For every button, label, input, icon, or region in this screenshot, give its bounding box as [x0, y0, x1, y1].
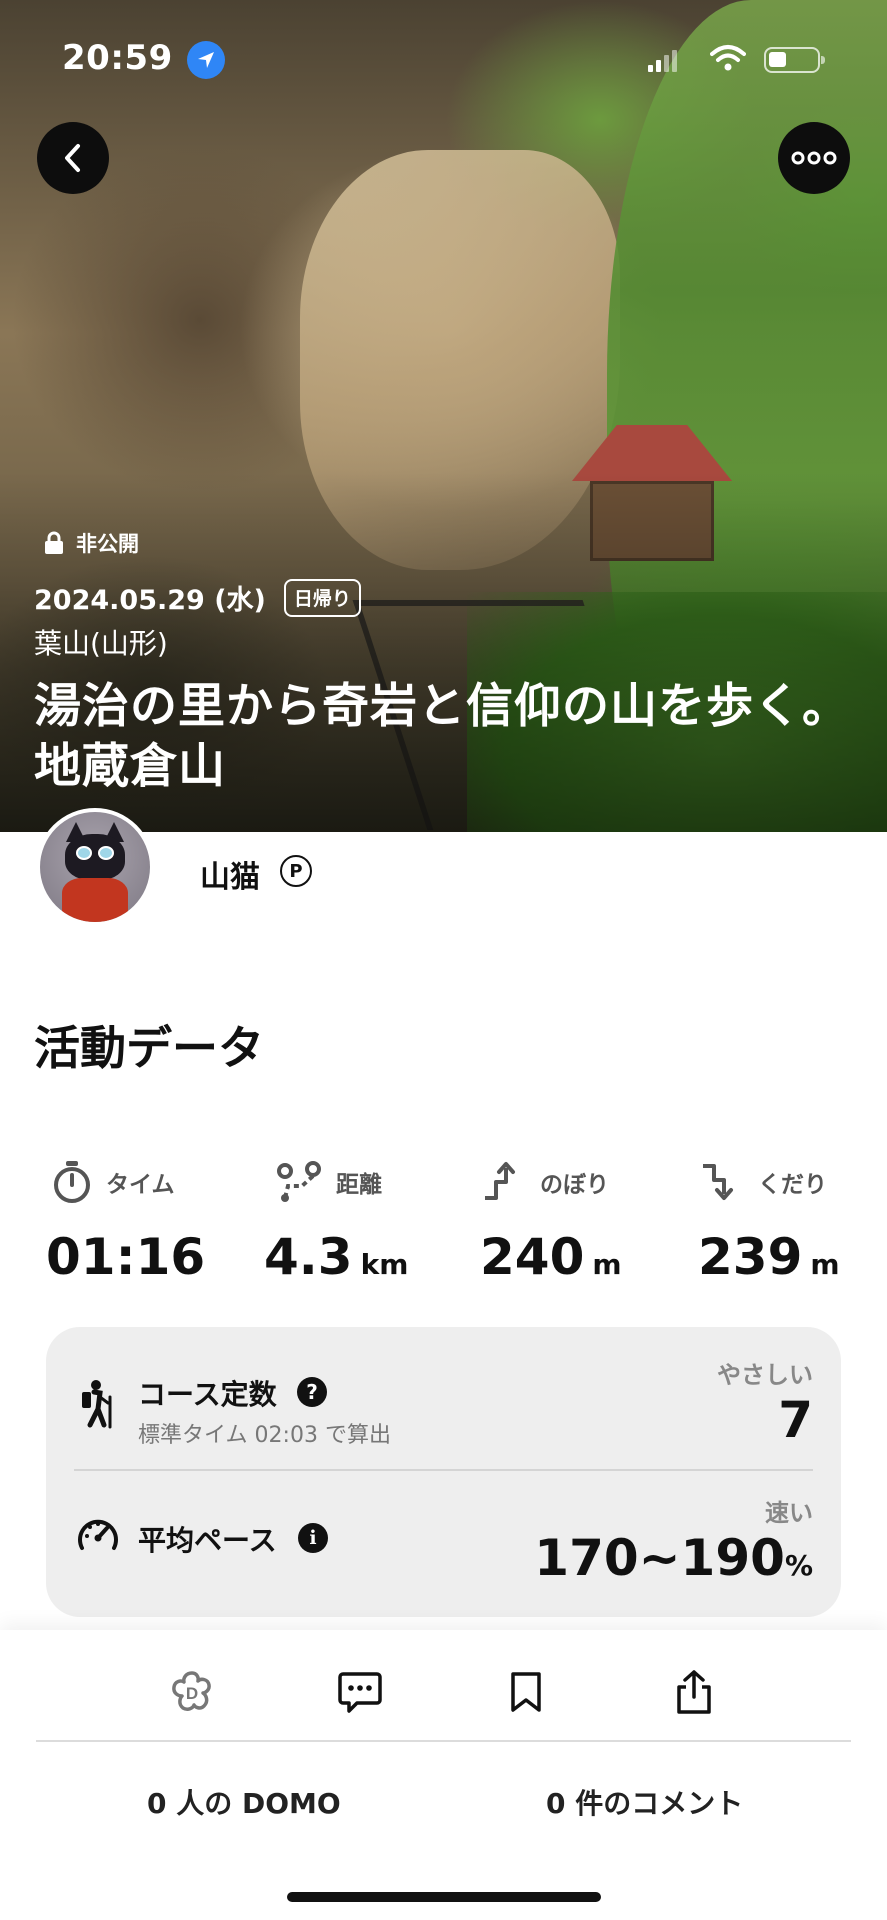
- domo-count-link[interactable]: 0 人の DOMO: [147, 1782, 341, 1822]
- pace-rating: 速い: [765, 1499, 813, 1527]
- info-icon[interactable]: i: [298, 1523, 328, 1553]
- trip-type-tag: 日帰り: [283, 578, 361, 617]
- stat-time: タイム 01:16: [46, 1160, 205, 1286]
- stat-label: 距離: [336, 1172, 382, 1198]
- privacy-label: 非公開: [76, 532, 139, 556]
- comment-button[interactable]: [330, 1662, 390, 1722]
- action-bar: D 0 人の DOMO 0 件のコメント: [0, 1630, 887, 1920]
- descent-icon: [703, 1164, 733, 1200]
- location-arrow-icon: [187, 41, 225, 79]
- route-icon: [277, 1161, 321, 1202]
- course-info-card: コース定数 ? 標準タイム 02:03 で算出 やさしい 7 平均ペース i 速…: [46, 1327, 841, 1617]
- svg-text:D: D: [186, 1684, 198, 1703]
- domo-button[interactable]: D: [162, 1662, 222, 1722]
- divider: [74, 1469, 813, 1471]
- stat-ascent: のぼり 240 m: [480, 1160, 622, 1286]
- stat-value: 4.3: [264, 1228, 353, 1286]
- course-standard-time: 標準タイム 02:03 で算出: [138, 1423, 391, 1448]
- comment-bubble-icon: [338, 1672, 382, 1713]
- bookmark-button[interactable]: [496, 1662, 556, 1722]
- stopwatch-icon: [54, 1161, 90, 1203]
- privacy-badge: 非公開: [44, 528, 139, 558]
- course-constant-value: 7: [778, 1391, 813, 1449]
- average-pace-value: 170~190%: [534, 1529, 813, 1587]
- premium-badge-icon: P: [280, 855, 312, 887]
- course-difficulty: やさしい: [717, 1361, 813, 1389]
- bookmark-icon: [511, 1672, 541, 1712]
- back-button[interactable]: [37, 122, 109, 194]
- comment-count-link[interactable]: 0 件のコメント: [546, 1782, 743, 1822]
- more-dots-icon: [791, 151, 837, 165]
- wifi-icon: [710, 45, 746, 71]
- speedometer-icon: [78, 1519, 118, 1550]
- username[interactable]: 山猫: [200, 852, 260, 896]
- stat-unit: km: [360, 1248, 409, 1281]
- chevron-left-icon: [65, 144, 80, 172]
- section-title: 活動データ: [34, 1021, 264, 1075]
- stat-unit: m: [810, 1248, 840, 1281]
- home-indicator: [287, 1892, 601, 1902]
- avatar[interactable]: [36, 808, 154, 926]
- stat-label: タイム: [106, 1172, 175, 1198]
- ascent-icon: [485, 1162, 515, 1200]
- domo-flower-icon: D: [172, 1671, 211, 1711]
- activity-title: 湯治の里から奇岩と信仰の山を歩く。地蔵倉山: [34, 679, 850, 794]
- course-constant-label: コース定数: [138, 1378, 277, 1411]
- help-icon[interactable]: ?: [297, 1377, 327, 1407]
- stat-label: のぼり: [540, 1172, 609, 1198]
- date-row: 2024.05.29 (水) 日帰り: [34, 578, 361, 617]
- activity-date: 2024.05.29 (水): [34, 585, 266, 616]
- stat-descent: くだり 239 m: [698, 1160, 840, 1286]
- share-icon: [677, 1670, 711, 1714]
- stat-value: 239: [698, 1228, 803, 1286]
- mountain-name[interactable]: 葉山(山形): [34, 622, 168, 662]
- hiker-icon: [82, 1380, 112, 1429]
- stat-unit: m: [592, 1248, 622, 1281]
- cellular-signal-icon: [648, 50, 677, 72]
- stat-value: 01:16: [46, 1228, 206, 1286]
- stat-label: くだり: [758, 1172, 827, 1198]
- battery-icon: [764, 47, 825, 73]
- average-pace-label: 平均ペース: [138, 1524, 277, 1557]
- share-button[interactable]: [664, 1662, 724, 1722]
- stat-value: 240: [480, 1228, 585, 1286]
- status-time: 20:59: [62, 38, 173, 78]
- lock-icon: [45, 531, 63, 554]
- more-options-button[interactable]: [778, 122, 850, 194]
- divider: [36, 1740, 851, 1742]
- stat-distance: 距離 4.3 km: [264, 1160, 408, 1286]
